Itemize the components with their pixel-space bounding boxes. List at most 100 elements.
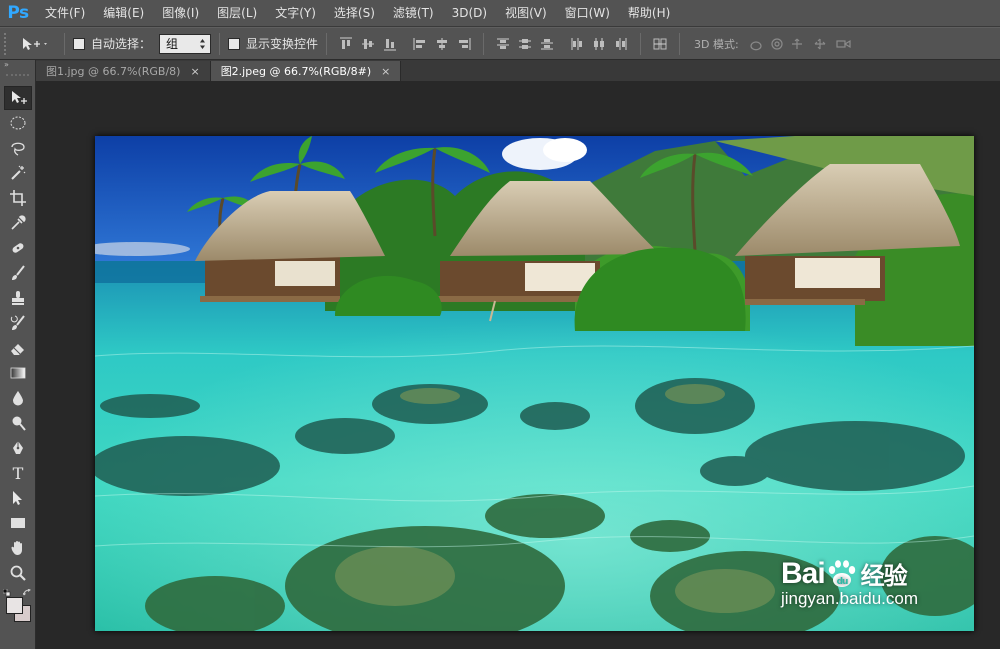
stamp-icon (12, 291, 24, 305)
auto-select-value: 组 (166, 37, 179, 51)
spinner-icon (200, 38, 206, 49)
gradient-icon (10, 367, 26, 379)
svg-text:du: du (836, 577, 847, 587)
blur-tool[interactable] (4, 386, 32, 410)
move-icon (12, 91, 27, 104)
bandage-icon (12, 243, 24, 253)
baidu-watermark: Bai du 经验 jingyan.baidu.com (781, 556, 918, 609)
swap-colors-icon[interactable] (23, 589, 32, 597)
crop-icon (10, 190, 26, 206)
auto-select-dropdown[interactable]: 组 (159, 33, 212, 54)
healing-brush-tool[interactable] (4, 236, 32, 260)
lasso-icon (11, 142, 25, 156)
menu-edit[interactable]: 编辑(E) (94, 0, 153, 27)
rectangle-icon (11, 518, 25, 528)
eyedropper-tool[interactable] (4, 211, 32, 235)
marquee-tool[interactable] (4, 111, 32, 135)
paw-icon: du (828, 559, 855, 587)
gradient-tool[interactable] (4, 361, 32, 385)
zoom-tool[interactable] (4, 561, 32, 585)
blur-drop-icon (13, 391, 23, 406)
document-tabs: 图1.jpg @ 66.7%(RGB/8) × 图2.jpeg @ 66.7%(… (36, 60, 1000, 81)
show-transform-label: 显示变换控件 (246, 37, 319, 51)
hand-icon (11, 541, 22, 555)
brush-tool[interactable] (4, 261, 32, 285)
close-icon[interactable]: × (381, 65, 390, 78)
menu-help[interactable]: 帮助(H) (619, 0, 679, 27)
default-colors-icon[interactable] (3, 589, 11, 597)
align-bottom-icon[interactable] (379, 33, 401, 55)
move-tool-icon (23, 37, 47, 50)
menu-file[interactable]: 文件(F) (36, 0, 94, 27)
auto-align-icon[interactable] (649, 33, 671, 55)
canvas-workspace[interactable]: Bai du 经验 jingyan.baidu.com (37, 81, 1000, 649)
clone-stamp-tool[interactable] (4, 286, 32, 310)
3d-scale-icon (836, 39, 846, 48)
menu-filter[interactable]: 滤镜(T) (384, 0, 443, 27)
3d-mode-icons (750, 37, 851, 50)
type-tool[interactable]: T (4, 461, 32, 485)
menu-type[interactable]: 文字(Y) (266, 0, 325, 27)
tab-document-1[interactable]: 图1.jpg @ 66.7%(RGB/8) × (36, 61, 211, 81)
magic-wand-icon (11, 165, 26, 180)
path-selection-tool[interactable] (4, 486, 32, 510)
move-tool[interactable] (4, 86, 32, 110)
dodge-icon (12, 416, 26, 431)
rectangle-tool[interactable] (4, 511, 32, 535)
distribute-left-icon[interactable] (566, 33, 588, 55)
distribute-hcenter-icon[interactable] (588, 33, 610, 55)
align-top-icon[interactable] (335, 33, 357, 55)
auto-select-checkbox[interactable] (73, 37, 85, 50)
eraser-tool[interactable] (4, 336, 32, 360)
tool-preset-picker[interactable] (20, 36, 56, 52)
menu-select[interactable]: 选择(S) (325, 0, 384, 27)
eyedropper-icon (11, 215, 26, 230)
tab-label: 图1.jpg @ 66.7%(RGB/8) (46, 65, 181, 78)
distribute-vcenter-icon[interactable] (514, 33, 536, 55)
tools-panel: » T (0, 60, 36, 649)
magic-wand-tool[interactable] (4, 161, 32, 185)
zoom-icon (10, 565, 26, 581)
pen-tool[interactable] (4, 436, 32, 460)
menu-image[interactable]: 图像(I) (153, 0, 208, 27)
menu-layer[interactable]: 图层(L) (208, 0, 266, 27)
baidu-url: jingyan.baidu.com (780, 589, 918, 608)
crop-tool[interactable] (4, 186, 32, 210)
3d-drag-icon (791, 38, 802, 49)
history-brush-tool[interactable] (4, 311, 32, 335)
3d-slide-icon (814, 38, 826, 49)
color-swatches (3, 589, 33, 625)
menu-view[interactable]: 视图(V) (496, 0, 556, 27)
align-vcenter-icon[interactable] (357, 33, 379, 55)
auto-select-label: 自动选择： (91, 37, 152, 51)
3d-mode-group: 3D 模式: (694, 36, 867, 52)
toolbar-collapse[interactable]: » (0, 60, 35, 72)
menu-bar: Ps 文件(F) 编辑(E) 图像(I) 图层(L) 文字(Y) 选择(S) 滤… (0, 0, 1000, 27)
distribute-top-icon[interactable] (492, 33, 514, 55)
align-left-icon[interactable] (409, 33, 431, 55)
foreground-color-swatch[interactable] (6, 597, 23, 614)
hand-tool[interactable] (4, 536, 32, 560)
options-grip[interactable] (4, 32, 10, 55)
tab-document-2[interactable]: 图2.jpeg @ 66.7%(RGB/8#) × (210, 61, 402, 81)
options-bar: 自动选择： 组 显示变换控件 3D 模式: (0, 27, 1000, 60)
lasso-tool[interactable] (4, 136, 32, 160)
align-right-icon[interactable] (453, 33, 475, 55)
menu-window[interactable]: 窗口(W) (556, 0, 619, 27)
distribute-right-icon[interactable] (610, 33, 632, 55)
tab-label: 图2.jpeg @ 66.7%(RGB/8#) (220, 65, 372, 78)
dodge-tool[interactable] (4, 411, 32, 435)
align-hcenter-icon[interactable] (431, 33, 453, 55)
3d-rotate-icon (750, 40, 762, 50)
close-icon[interactable]: × (190, 65, 199, 78)
toolbar-grip[interactable] (6, 74, 29, 82)
document-canvas[interactable]: Bai du 经验 jingyan.baidu.com (95, 136, 974, 631)
3d-roll-icon (771, 37, 783, 50)
path-select-icon (13, 491, 22, 505)
ellipse-marquee-icon (10, 116, 26, 130)
3d-mode-label: 3D 模式: (694, 37, 739, 51)
distribute-bottom-icon[interactable] (536, 33, 558, 55)
show-transform-checkbox[interactable] (228, 37, 241, 50)
photoshop-logo: Ps (7, 3, 29, 23)
menu-3d[interactable]: 3D(D) (443, 0, 496, 27)
